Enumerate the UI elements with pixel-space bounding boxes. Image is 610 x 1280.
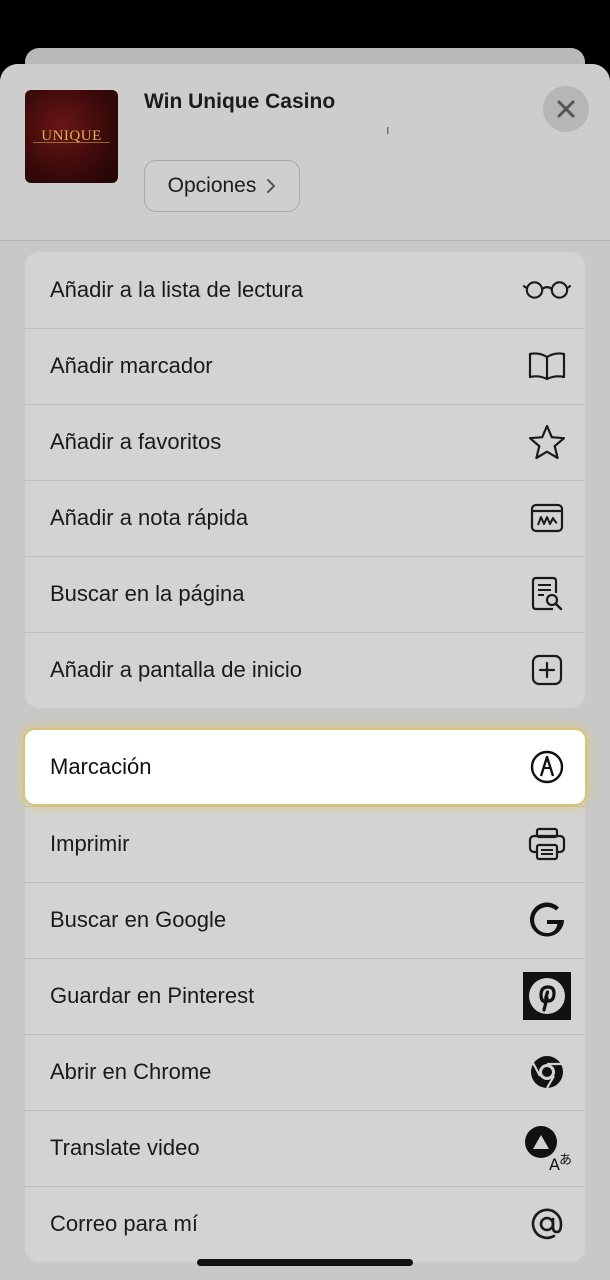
reading-glasses-icon — [523, 266, 571, 314]
action-print[interactable]: Imprimir — [25, 806, 585, 882]
site-subtitle: ı — [386, 122, 390, 137]
chrome-icon — [523, 1048, 571, 1096]
action-add-bookmark[interactable]: Añadir marcador — [25, 328, 585, 404]
markup-label: Marcación — [50, 754, 152, 779]
action-mail-to-me[interactable]: Correo para mí — [25, 1186, 585, 1262]
action-save-pinterest[interactable]: Guardar en Pinterest — [25, 958, 585, 1034]
actions-group-primary: Añadir a la lista de lectura Añadir marc… — [25, 252, 585, 708]
find-in-page-icon — [523, 570, 571, 618]
at-sign-icon — [523, 1200, 571, 1248]
share-sheet: UNIQUE Win Unique Casino ı Opciones Añad… — [0, 64, 610, 1280]
quick-note-icon — [523, 494, 571, 542]
action-open-chrome[interactable]: Abrir en Chrome — [25, 1034, 585, 1110]
google-icon — [523, 896, 571, 944]
action-markup[interactable]: Marcación — [25, 730, 585, 804]
pinterest-icon — [523, 972, 571, 1020]
action-quick-note[interactable]: Añadir a nota rápida — [25, 480, 585, 556]
translate-icon: Aあ — [523, 1124, 571, 1172]
close-button[interactable] — [543, 86, 589, 132]
actions-group-secondary: Imprimir Buscar en Google Guardar en Pin… — [25, 730, 585, 1262]
star-icon — [523, 418, 571, 466]
chevron-right-icon — [267, 179, 276, 193]
home-indicator[interactable] — [197, 1259, 413, 1266]
markup-pen-icon — [523, 743, 571, 791]
book-icon — [523, 342, 571, 390]
add-square-icon — [523, 646, 571, 694]
action-reading-list[interactable]: Añadir a la lista de lectura — [25, 252, 585, 328]
site-thumbnail: UNIQUE — [25, 90, 118, 183]
action-translate-video[interactable]: Translate video Aあ — [25, 1110, 585, 1186]
site-title: Win Unique Casino — [144, 90, 336, 113]
svg-text:あ: あ — [559, 1153, 571, 1168]
action-google-search[interactable]: Buscar en Google — [25, 882, 585, 958]
printer-icon — [523, 820, 571, 868]
options-button[interactable]: Opciones — [144, 160, 300, 212]
action-add-favorites[interactable]: Añadir a favoritos — [25, 404, 585, 480]
close-icon — [557, 100, 575, 118]
share-sheet-header: UNIQUE Win Unique Casino ı Opciones — [0, 64, 610, 241]
options-label: Opciones — [167, 174, 257, 197]
action-add-home-screen[interactable]: Añadir a pantalla de inicio — [25, 632, 585, 708]
action-find-in-page[interactable]: Buscar en la página — [25, 556, 585, 632]
